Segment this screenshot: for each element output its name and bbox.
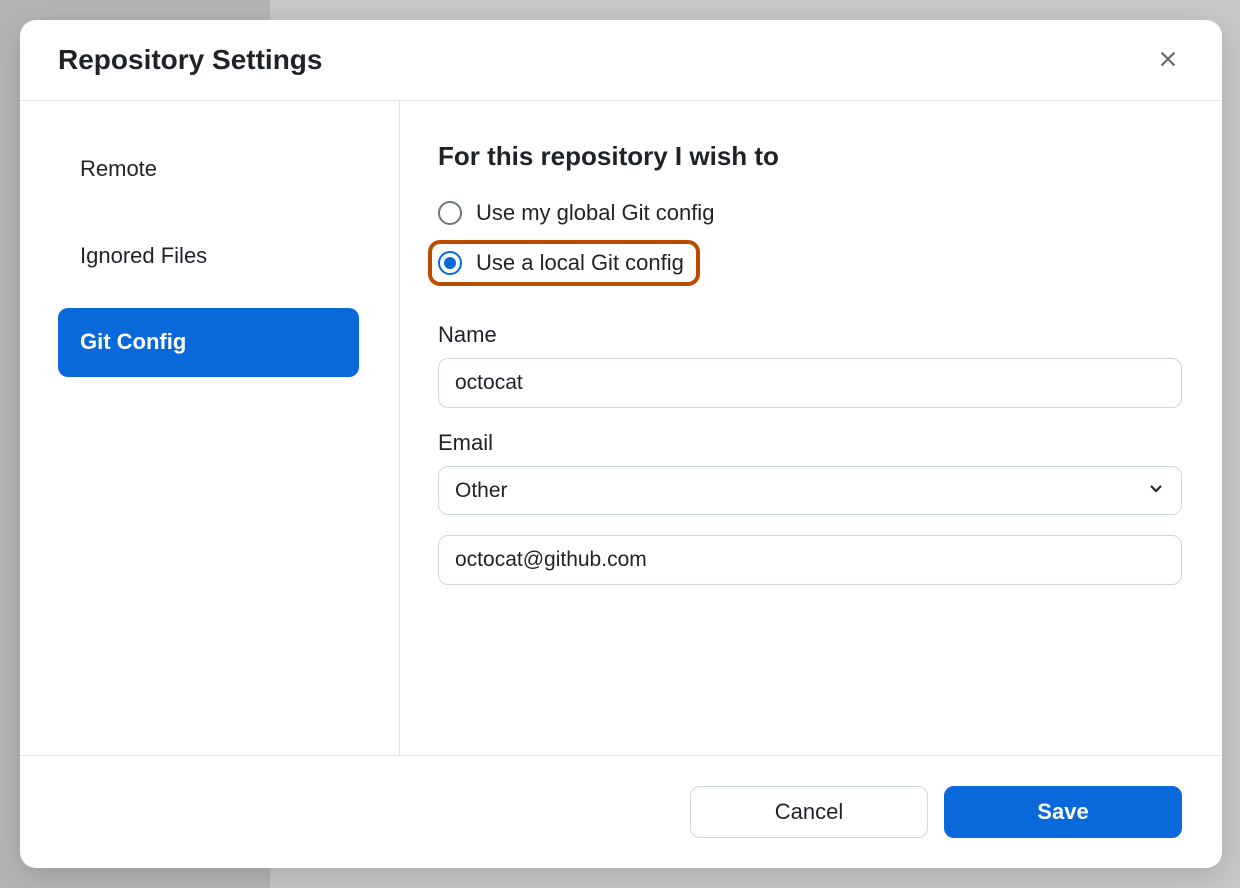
sidebar-item-label: Remote <box>80 156 157 181</box>
close-button[interactable] <box>1154 46 1182 74</box>
save-button[interactable]: Save <box>944 786 1182 838</box>
radio-label: Use a local Git config <box>476 250 684 276</box>
radio-checked-icon <box>438 251 462 275</box>
sidebar-item-label: Ignored Files <box>80 243 207 268</box>
modal-body: Remote Ignored Files Git Config For this… <box>20 101 1222 755</box>
email-select-wrap: Other <box>438 466 1182 515</box>
email-input[interactable] <box>438 535 1182 585</box>
sidebar-item-git-config[interactable]: Git Config <box>58 308 359 377</box>
radio-global-git-config[interactable]: Use my global Git config <box>438 200 1182 226</box>
sidebar-item-label: Git Config <box>80 329 186 354</box>
spacer <box>438 515 1182 535</box>
radio-unchecked-icon <box>438 201 462 225</box>
sidebar-item-remote[interactable]: Remote <box>58 135 359 204</box>
email-field-label: Email <box>438 430 1182 456</box>
cancel-button[interactable]: Cancel <box>690 786 928 838</box>
radio-local-git-config[interactable]: Use a local Git config <box>428 240 700 286</box>
sidebar-item-ignored-files[interactable]: Ignored Files <box>58 222 359 291</box>
settings-content: For this repository I wish to Use my glo… <box>400 101 1222 755</box>
radio-dot-icon <box>444 257 456 269</box>
close-icon <box>1157 48 1179 73</box>
email-select[interactable]: Other <box>438 466 1182 515</box>
name-input[interactable] <box>438 358 1182 408</box>
modal-header: Repository Settings <box>20 20 1222 101</box>
modal-title: Repository Settings <box>58 44 322 76</box>
repository-settings-modal: Repository Settings Remote Ignored Files… <box>20 20 1222 868</box>
name-field-label: Name <box>438 322 1182 348</box>
settings-sidebar: Remote Ignored Files Git Config <box>20 101 400 755</box>
section-heading: For this repository I wish to <box>438 141 1182 172</box>
modal-footer: Cancel Save <box>20 755 1222 868</box>
radio-label: Use my global Git config <box>476 200 714 226</box>
